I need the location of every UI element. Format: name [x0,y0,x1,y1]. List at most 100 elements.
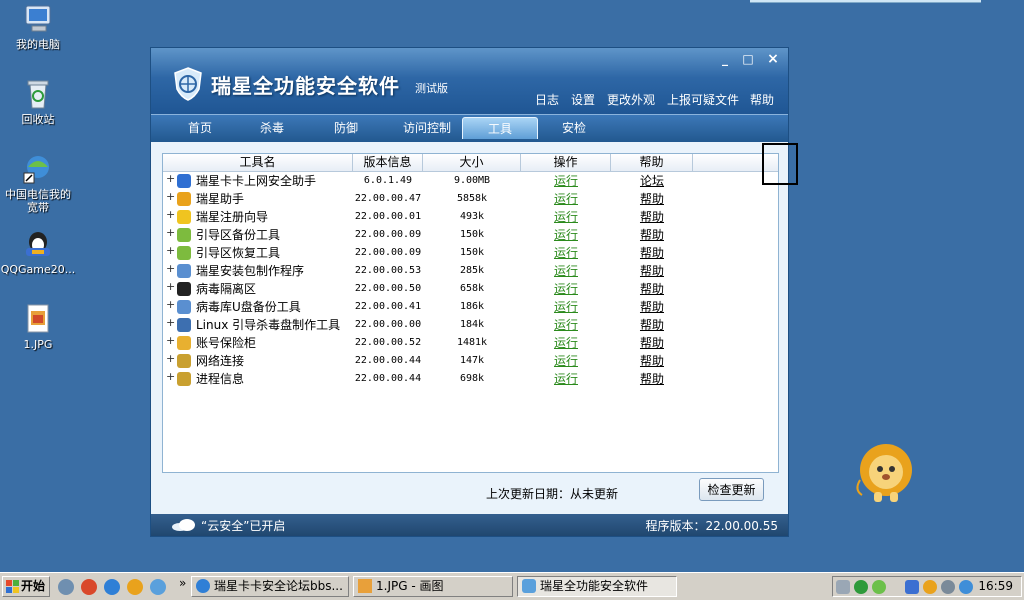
column-header-version[interactable]: 版本信息 [353,154,423,171]
table-row[interactable]: + 瑞星卡卡上网安全助手 6.0.1.49 9.00MB 运行 论坛 [163,172,778,190]
log-link[interactable]: 日志 [535,91,559,108]
run-link[interactable]: 运行 [521,172,611,190]
expand-plus-icon[interactable]: + [166,298,175,311]
desktop-icon-broadband[interactable]: 中国电信我的宽带 [0,153,76,214]
taskbar-button-rising[interactable]: 瑞星全功能安全软件 [517,576,677,597]
quicklaunch-overflow-icon[interactable]: » [179,576,186,590]
help-link[interactable]: 帮助 [611,226,693,244]
tool-name: 病毒库U盘备份工具 [196,300,301,314]
table-row[interactable]: + Linux 引导杀毒盘制作工具 22.00.00.00 184k 运行 帮助 [163,316,778,334]
column-header-size[interactable]: 大小 [423,154,521,171]
tools-panel: 工具名 版本信息 大小 操作 帮助 + 瑞星卡卡上网安全助手 6.0.1.49 9.0… [151,142,788,514]
expand-plus-icon[interactable]: + [166,280,175,293]
tab-access-control[interactable]: 访问控制 [391,117,463,139]
expand-plus-icon[interactable]: + [166,334,175,347]
start-button[interactable]: 开始 [2,576,50,597]
table-row[interactable]: + 账号保险柜 22.00.00.52 1481k 运行 帮助 [163,334,778,352]
run-link[interactable]: 运行 [521,316,611,334]
recycle-bin-icon [22,78,54,110]
tab-home[interactable]: 首页 [175,117,225,139]
keyboard-icon[interactable] [836,580,850,594]
network-icon[interactable] [905,580,919,594]
tool-size: 493k [459,211,485,222]
table-row[interactable]: + 进程信息 22.00.00.44 698k 运行 帮助 [163,370,778,388]
help-link[interactable]: 帮助 [611,208,693,226]
close-button[interactable]: × [766,52,780,66]
desktop-icon-qqgame[interactable]: QQGame20... [0,228,76,276]
table-row[interactable]: + 引导区备份工具 22.00.00.09 150k 运行 帮助 [163,226,778,244]
run-link[interactable]: 运行 [521,352,611,370]
column-header-tool-name[interactable]: 工具名 [163,154,353,171]
table-row[interactable]: + 瑞星助手 22.00.00.47 5858k 运行 帮助 [163,190,778,208]
expand-plus-icon[interactable]: + [166,262,175,275]
column-header-help[interactable]: 帮助 [611,154,693,171]
tab-tools[interactable]: 工具 [462,117,538,139]
run-link[interactable]: 运行 [521,262,611,280]
expand-plus-icon[interactable]: + [166,226,175,239]
volume-icon[interactable] [941,580,955,594]
run-link[interactable]: 运行 [521,226,611,244]
minimize-button[interactable]: _ [718,52,732,66]
column-header-action[interactable]: 操作 [521,154,611,171]
run-link[interactable]: 运行 [521,334,611,352]
help-link[interactable]: 帮助 [611,370,693,388]
expand-plus-icon[interactable]: + [166,370,175,383]
run-link[interactable]: 运行 [521,244,611,262]
table-row[interactable]: + 引导区恢复工具 22.00.00.09 150k 运行 帮助 [163,244,778,262]
taskbar-button-paint[interactable]: 1.JPG - 画图 [353,576,513,597]
maximize-button[interactable]: □ [741,52,755,66]
quicklaunch-music-icon[interactable] [81,579,97,595]
run-link[interactable]: 运行 [521,190,611,208]
user-icon[interactable] [872,580,886,594]
tool-name: 网络连接 [196,354,245,368]
tool-version: 22.00.00.41 [354,301,422,312]
tab-scan[interactable]: 杀毒 [247,117,297,139]
report-suspicious-file-link[interactable]: 上报可疑文件 [667,91,739,108]
expand-plus-icon[interactable]: + [166,244,175,257]
rising-lion-mascot-icon[interactable] [852,440,918,506]
help-link[interactable]: 帮助 [611,190,693,208]
expand-plus-icon[interactable]: + [166,316,175,329]
table-row[interactable]: + 病毒隔离区 22.00.00.50 658k 运行 帮助 [163,280,778,298]
tab-security-check[interactable]: 安检 [549,117,599,139]
expand-plus-icon[interactable]: + [166,172,175,185]
taskbar-button-forum[interactable]: 瑞星卡卡安全论坛bbs... [191,576,349,597]
help-link[interactable]: 论坛 [611,172,693,190]
help-link[interactable]: 帮助 [611,316,693,334]
help-link[interactable]: 帮助 [611,244,693,262]
run-link[interactable]: 运行 [521,298,611,316]
help-link[interactable]: 帮助 [611,280,693,298]
run-link[interactable]: 运行 [521,370,611,388]
quicklaunch-media-icon[interactable] [58,579,74,595]
expand-plus-icon[interactable]: + [166,190,175,203]
help-link[interactable]: 帮助 [611,298,693,316]
settings-link[interactable]: 设置 [571,91,595,108]
quicklaunch-rising-icon[interactable] [150,579,166,595]
status-bar: “云安全”已开启 程序版本：22.00.00.55 [151,514,788,536]
run-link[interactable]: 运行 [521,208,611,226]
expand-plus-icon[interactable]: + [166,352,175,365]
check-update-button[interactable]: 检查更新 [699,478,764,501]
security-center-icon[interactable] [959,580,973,594]
umbrella-icon[interactable] [854,580,868,594]
help-link[interactable]: 帮助 [611,352,693,370]
tab-defense[interactable]: 防御 [321,117,371,139]
run-link[interactable]: 运行 [521,280,611,298]
expand-plus-icon[interactable]: + [166,208,175,221]
help-link[interactable]: 帮助 [750,91,774,108]
table-row[interactable]: + 瑞星注册向导 22.00.00.01 493k 运行 帮助 [163,208,778,226]
table-row[interactable]: + 病毒库U盘备份工具 22.00.00.41 186k 运行 帮助 [163,298,778,316]
help-link[interactable]: 帮助 [611,334,693,352]
table-row[interactable]: + 网络连接 22.00.00.44 147k 运行 帮助 [163,352,778,370]
desktop-icon-recycle-bin[interactable]: 回收站 [0,78,76,126]
desktop-icon-jpg-file[interactable]: 1.JPG [0,303,76,351]
help-link[interactable]: 帮助 [611,262,693,280]
change-skin-link[interactable]: 更改外观 [607,91,655,108]
tool-icon [177,282,191,296]
table-row[interactable]: + 瑞星安装包制作程序 22.00.00.53 285k 运行 帮助 [163,262,778,280]
tool-name: 病毒隔离区 [196,282,257,296]
lion-tray-icon[interactable] [923,580,937,594]
desktop-icon-my-computer[interactable]: 我的电脑 [0,3,76,51]
quicklaunch-qq-icon[interactable] [127,579,143,595]
quicklaunch-ie-icon[interactable] [104,579,120,595]
